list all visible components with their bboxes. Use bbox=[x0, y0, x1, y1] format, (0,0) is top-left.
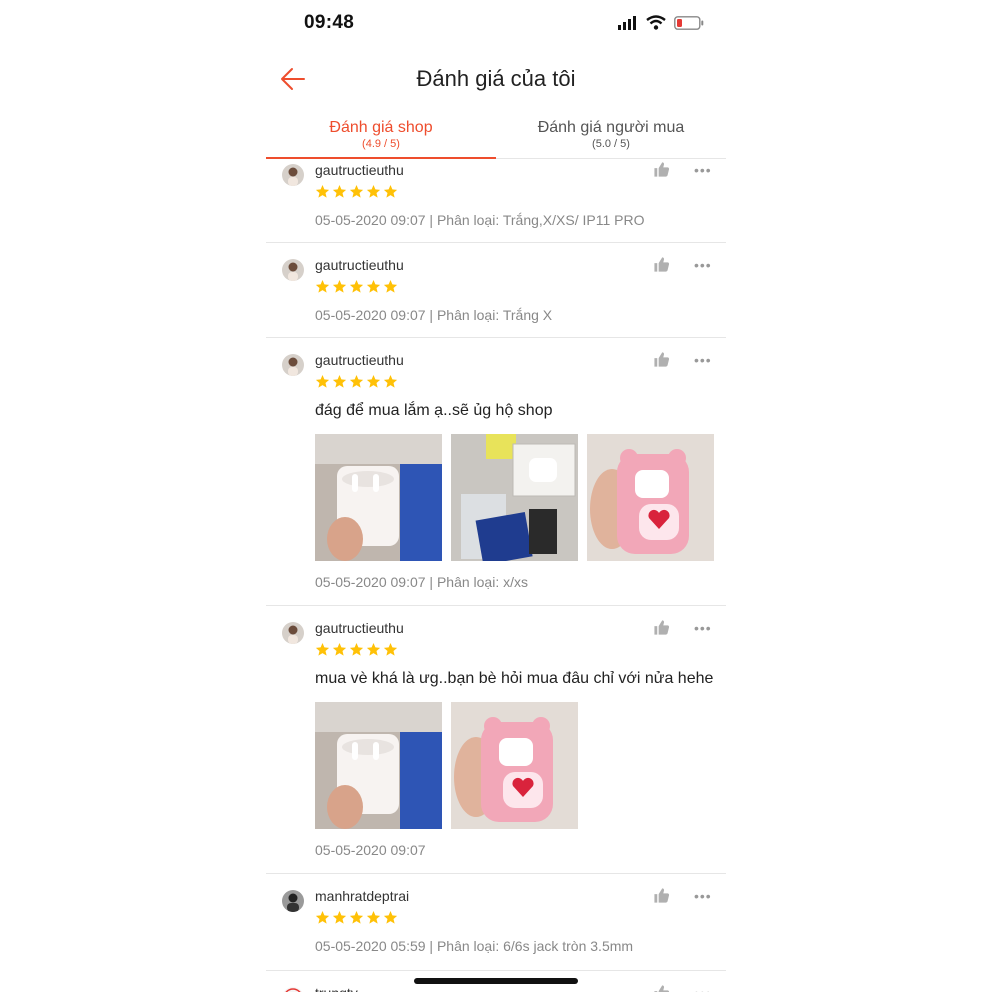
star-icon bbox=[332, 184, 347, 199]
wifi-icon bbox=[646, 15, 666, 30]
user-avatar[interactable] bbox=[282, 987, 304, 992]
user-avatar[interactable] bbox=[282, 259, 304, 281]
user-avatar[interactable] bbox=[282, 164, 304, 186]
star-icon bbox=[366, 184, 381, 199]
more-icon[interactable]: ••• bbox=[694, 620, 712, 636]
review-meta: 05-05-2020 09:07 | Phân loại: Trắng,X/XS… bbox=[315, 212, 645, 228]
star-icon bbox=[315, 910, 330, 925]
review-meta: 05-05-2020 05:59 | Phân loại: 6/6s jack … bbox=[315, 938, 634, 954]
thumbs-up-icon[interactable] bbox=[653, 984, 670, 992]
review-photos bbox=[315, 434, 714, 561]
star-icon bbox=[349, 374, 364, 389]
star-icon bbox=[366, 642, 381, 657]
tab-bar: Đánh giá shop (4.9 / 5) Đánh giá người m… bbox=[266, 112, 726, 159]
user-avatar[interactable] bbox=[282, 890, 304, 912]
more-icon[interactable]: ••• bbox=[694, 162, 712, 178]
review-photo[interactable] bbox=[587, 434, 714, 561]
star-icon bbox=[349, 279, 364, 294]
star-rating bbox=[315, 184, 398, 199]
status-time: 09:48 bbox=[304, 12, 355, 33]
tab-label: Đánh giá shop bbox=[329, 119, 433, 136]
review-item: manhratdeptrai ••• 05-05-2020 05:59 | Ph… bbox=[266, 874, 726, 971]
star-icon bbox=[315, 184, 330, 199]
app-header: Đánh giá của tôi bbox=[266, 48, 726, 110]
user-avatar[interactable] bbox=[282, 354, 304, 376]
review-photo[interactable] bbox=[315, 434, 442, 561]
status-bar: 09:48 bbox=[266, 0, 726, 48]
star-icon bbox=[332, 642, 347, 657]
battery-icon bbox=[674, 15, 704, 30]
review-photo[interactable] bbox=[315, 702, 442, 829]
review-meta: 05-05-2020 09:07 bbox=[315, 842, 426, 858]
thumbs-up-icon[interactable] bbox=[653, 887, 670, 904]
star-icon bbox=[315, 642, 330, 657]
more-icon[interactable]: ••• bbox=[694, 985, 712, 992]
star-icon bbox=[315, 374, 330, 389]
more-icon[interactable]: ••• bbox=[694, 257, 712, 273]
thumbs-up-icon[interactable] bbox=[653, 256, 670, 273]
username[interactable]: gautructieuthu bbox=[315, 620, 404, 636]
review-comment: đág để mua lắm ạ..sẽ ủg hộ shop bbox=[315, 402, 553, 419]
review-comment: mua vè khá là ưg..bạn bè hỏi mua đâu chỉ… bbox=[315, 670, 714, 687]
home-indicator[interactable] bbox=[414, 978, 578, 984]
tab-shop-reviews[interactable]: Đánh giá shop (4.9 / 5) bbox=[266, 112, 496, 159]
tab-rating: (5.0 / 5) bbox=[592, 138, 630, 150]
more-icon[interactable]: ••• bbox=[694, 888, 712, 904]
star-rating bbox=[315, 374, 398, 389]
review-photo[interactable] bbox=[451, 434, 578, 561]
review-item: gautructieuthu ••• 05-05-2020 09:07 | Ph… bbox=[266, 243, 726, 338]
star-icon bbox=[332, 910, 347, 925]
review-meta: 05-05-2020 09:07 | Phân loại: x/xs bbox=[315, 574, 529, 590]
star-icon bbox=[332, 374, 347, 389]
review-item: gautructieuthu ••• 05-05-2020 09:07 | Ph… bbox=[266, 158, 726, 243]
review-photo[interactable] bbox=[451, 702, 578, 829]
username[interactable]: gautructieuthu bbox=[315, 162, 404, 178]
star-icon bbox=[366, 279, 381, 294]
review-item: gautructieuthu ••• mua vè khá là ưg..bạn… bbox=[266, 606, 726, 874]
star-rating bbox=[315, 642, 398, 657]
star-icon bbox=[383, 279, 398, 294]
more-icon[interactable]: ••• bbox=[694, 352, 712, 368]
star-icon bbox=[383, 910, 398, 925]
status-icons bbox=[618, 15, 704, 30]
star-icon bbox=[383, 184, 398, 199]
star-icon bbox=[366, 374, 381, 389]
username[interactable]: trungty bbox=[315, 985, 358, 992]
star-icon bbox=[383, 642, 398, 657]
star-icon bbox=[349, 642, 364, 657]
star-icon bbox=[332, 279, 347, 294]
star-icon bbox=[315, 279, 330, 294]
star-icon bbox=[383, 374, 398, 389]
signal-icon bbox=[618, 15, 636, 30]
star-icon bbox=[349, 184, 364, 199]
star-rating bbox=[315, 279, 398, 294]
thumbs-up-icon[interactable] bbox=[653, 619, 670, 636]
review-meta: 05-05-2020 09:07 | Phân loại: Trắng X bbox=[315, 307, 553, 323]
review-list[interactable]: gautructieuthu ••• 05-05-2020 09:07 | Ph… bbox=[266, 158, 726, 992]
review-item: gautructieuthu ••• đág để mua lắm ạ..sẽ … bbox=[266, 338, 726, 606]
username[interactable]: manhratdeptrai bbox=[315, 888, 409, 904]
tab-rating: (4.9 / 5) bbox=[362, 138, 400, 150]
review-photos bbox=[315, 702, 578, 829]
thumbs-up-icon[interactable] bbox=[653, 351, 670, 368]
star-icon bbox=[366, 910, 381, 925]
star-rating bbox=[315, 910, 398, 925]
thumbs-up-icon[interactable] bbox=[653, 161, 670, 178]
tab-label: Đánh giá người mua bbox=[537, 119, 685, 136]
page-title: Đánh giá của tôi bbox=[416, 66, 576, 91]
user-avatar[interactable] bbox=[282, 622, 304, 644]
username[interactable]: gautructieuthu bbox=[315, 352, 404, 368]
tab-buyer-reviews[interactable]: Đánh giá người mua (5.0 / 5) bbox=[496, 112, 726, 158]
username[interactable]: gautructieuthu bbox=[315, 257, 404, 273]
star-icon bbox=[349, 910, 364, 925]
